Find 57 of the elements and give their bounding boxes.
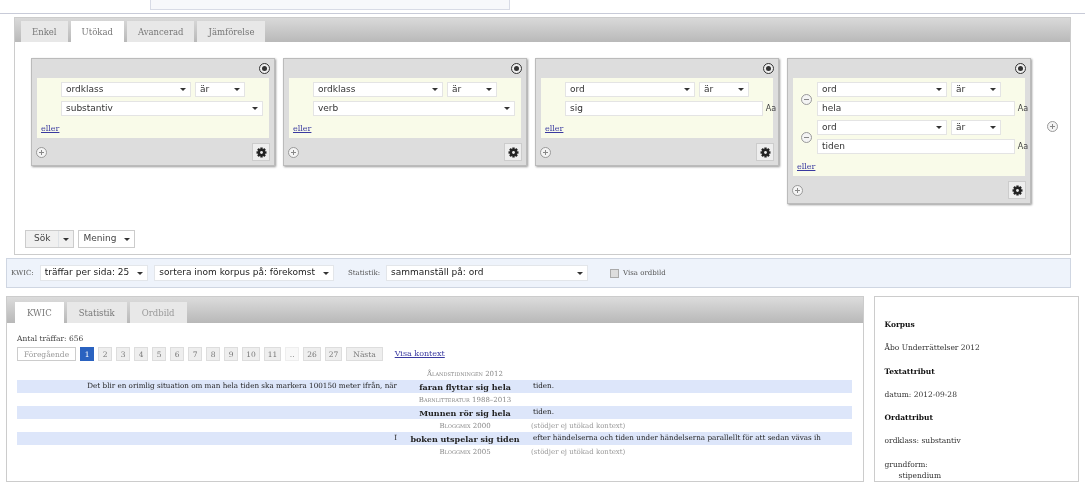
search-button[interactable]: Sök — [25, 230, 75, 248]
tab[interactable]: Jämförelse — [197, 21, 266, 42]
settings-button[interactable] — [1008, 181, 1026, 199]
match-text[interactable]: faran flyttar sig hela — [405, 380, 525, 393]
gear-icon — [759, 146, 771, 158]
attribute-select[interactable]: ord — [817, 82, 947, 97]
operator-select[interactable]: är — [951, 82, 1001, 97]
settings-button[interactable] — [756, 143, 774, 161]
case-toggle[interactable]: Aa — [763, 102, 779, 115]
attribute-select[interactable]: ord — [565, 82, 695, 97]
tab[interactable]: Utökad — [70, 21, 124, 42]
or-link[interactable]: eller — [545, 124, 564, 133]
close-icon[interactable] — [511, 62, 522, 74]
add-icon[interactable] — [540, 146, 551, 158]
close-icon[interactable] — [1015, 62, 1026, 74]
hits-per-page-select[interactable]: träffar per sida: 25 — [39, 265, 149, 281]
close-icon[interactable] — [763, 62, 774, 74]
sort-select[interactable]: sortera inom korpus på: förekomst — [154, 265, 334, 281]
value-select[interactable]: verb — [313, 101, 515, 116]
tab[interactable]: Avancerad — [126, 21, 195, 42]
close-icon[interactable] — [259, 62, 270, 74]
operator-select[interactable]: är — [951, 120, 1001, 135]
remove-icon[interactable] — [800, 131, 812, 143]
mode-select[interactable]: Mening — [78, 230, 136, 248]
attribute-select[interactable]: ordklass — [61, 82, 191, 97]
case-toggle[interactable]: Aa — [1015, 102, 1031, 115]
gear-icon — [507, 146, 519, 158]
or-link[interactable]: eller — [41, 124, 60, 133]
add-icon[interactable] — [288, 146, 299, 158]
tab[interactable]: Enkel — [21, 21, 68, 42]
search-field[interactable] — [150, 0, 510, 10]
tab[interactable]: KWIC — [15, 302, 64, 323]
statistics-select[interactable]: sammanställ på: ord — [386, 265, 588, 281]
value-field[interactable]: tiden — [817, 139, 1015, 154]
attribute-select[interactable]: ordklass — [313, 82, 443, 97]
case-toggle[interactable]: Aa — [1015, 140, 1031, 153]
operator-select[interactable]: är — [699, 82, 749, 97]
show-context-link[interactable]: Visa kontext — [394, 348, 445, 361]
settings-button[interactable] — [504, 143, 522, 161]
add-icon[interactable] — [1047, 120, 1058, 132]
match-text[interactable]: Munnen rör sig hela — [405, 406, 525, 419]
value-field[interactable]: hela — [817, 101, 1015, 116]
or-link[interactable]: eller — [797, 162, 816, 171]
remove-icon[interactable] — [800, 93, 812, 105]
add-icon[interactable] — [36, 146, 47, 158]
gear-icon — [255, 146, 267, 158]
gear-icon — [1011, 184, 1023, 196]
settings-button[interactable] — [252, 143, 270, 161]
or-link[interactable]: eller — [293, 124, 312, 133]
value-field[interactable]: sig — [565, 101, 763, 116]
tab[interactable]: Statistik — [66, 302, 127, 323]
operator-select[interactable]: är — [195, 82, 245, 97]
operator-select[interactable]: är — [447, 82, 497, 97]
add-icon[interactable] — [792, 184, 803, 196]
match-text[interactable]: boken utspelar sig tiden — [405, 432, 525, 445]
value-select[interactable]: substantiv — [61, 101, 263, 116]
attribute-select[interactable]: ord — [817, 120, 947, 135]
